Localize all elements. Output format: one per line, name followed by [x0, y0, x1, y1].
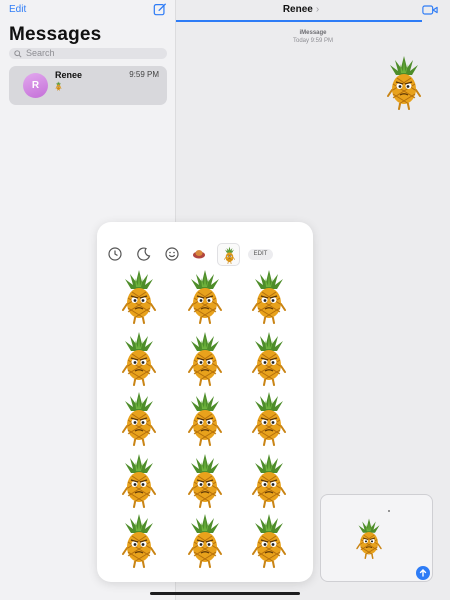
contact-name-button[interactable]: Renee ›: [176, 4, 426, 15]
attached-sticker[interactable]: [354, 513, 384, 563]
recents-icon[interactable]: [108, 247, 122, 261]
sticker-item[interactable]: [247, 512, 291, 568]
sticker-item[interactable]: [247, 330, 291, 386]
edit-button[interactable]: Edit: [9, 4, 26, 15]
compose-field[interactable]: [320, 494, 433, 582]
service-label: iMessage: [299, 30, 327, 36]
pineapple-preview-icon: [54, 81, 63, 91]
page-title: Messages: [9, 24, 102, 45]
sticker-item[interactable]: [247, 268, 291, 324]
sticker-item[interactable]: [183, 390, 227, 446]
sticker-item[interactable]: [183, 268, 227, 324]
sticker-item[interactable]: [117, 390, 161, 446]
sent-sticker[interactable]: [384, 54, 424, 110]
sticker-item[interactable]: [247, 452, 291, 508]
message-timestamp: Today 9:59 PM: [292, 38, 334, 44]
sticker-drawer: EDIT: [97, 222, 313, 582]
pineapple-pack-tab[interactable]: [217, 243, 240, 266]
compose-icon[interactable]: [153, 2, 167, 16]
emoji-icon[interactable]: [165, 247, 179, 261]
conversation-name: Renee: [55, 70, 83, 80]
search-field[interactable]: Search: [9, 48, 167, 59]
conversation-item[interactable]: R Renee 9:59 PM: [9, 66, 167, 105]
sticker-item[interactable]: [247, 390, 291, 446]
message-meta: iMessage Today 9:59 PM: [176, 29, 450, 45]
sticker-pack-icon[interactable]: [192, 247, 206, 261]
sticker-item[interactable]: [183, 512, 227, 568]
arrow-up-icon: [419, 569, 427, 577]
sticker-item[interactable]: [117, 268, 161, 324]
sticker-item[interactable]: [117, 512, 161, 568]
sticker-item[interactable]: [117, 452, 161, 508]
edit-stickers-button[interactable]: EDIT: [248, 249, 273, 260]
contact-name: Renee: [282, 4, 313, 15]
moon-icon[interactable]: [137, 247, 151, 261]
conversation-header: Renee ›: [176, 0, 450, 22]
sticker-item[interactable]: [117, 330, 161, 386]
chevron-right-icon: ›: [315, 4, 320, 15]
conversation-time: 9:59 PM: [129, 70, 159, 79]
search-icon: [14, 50, 22, 58]
send-button[interactable]: [416, 566, 430, 580]
video-call-icon[interactable]: [422, 5, 438, 15]
sticker-item[interactable]: [183, 330, 227, 386]
sticker-item[interactable]: [183, 452, 227, 508]
search-placeholder: Search: [26, 48, 55, 58]
send-progress-bar: [176, 20, 422, 22]
cursor-dot: [388, 510, 390, 512]
pineapple-pack-icon: [222, 246, 237, 264]
home-indicator[interactable]: [150, 592, 300, 595]
avatar: R: [23, 73, 48, 98]
